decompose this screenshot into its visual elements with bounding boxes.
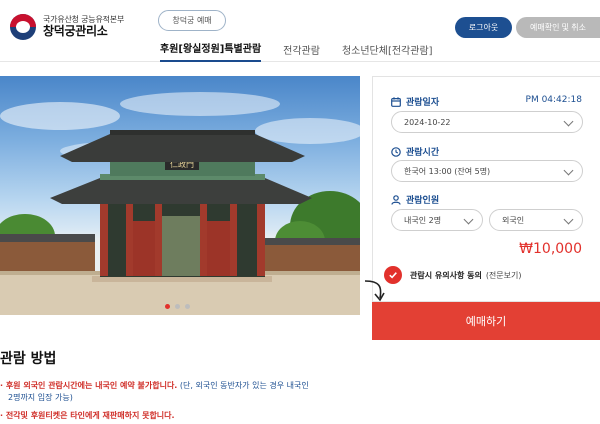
time-section-label: 관람시간 <box>391 145 439 158</box>
guide-title: 관람 방법 <box>0 351 57 367</box>
site-header: 국가유산청 궁능유적본부 창덕궁관리소 창덕궁 예매 후원[왕실정원]특별관람 … <box>0 0 600 62</box>
date-label-text: 관람일자 <box>406 98 440 108</box>
tab-youth-group[interactable]: 청소년단체[전각관람] <box>342 42 433 62</box>
guide-note-1: · 후원 외국인 관람시간에는 내국인 예약 불가합니다. (단, 외국인 동반… <box>0 380 309 392</box>
current-time: PM 04:42:18 <box>525 95 582 105</box>
total-price: ₩10,000 <box>519 241 582 257</box>
carousel-dots <box>165 304 190 309</box>
date-select[interactable]: 2024-10-22 <box>391 111 583 133</box>
agree-detail-link[interactable]: (전문보기) <box>486 270 522 281</box>
carousel-dot-2[interactable] <box>175 304 180 309</box>
domestic-value: 내국인 2명 <box>404 215 442 225</box>
foreign-count-select[interactable]: 외국인 <box>489 209 583 231</box>
time-value: 한국어 13:00 (잔여 5명) <box>404 166 491 176</box>
chevron-down-icon <box>463 214 474 225</box>
check-icon <box>389 272 397 279</box>
guide-note-1-cont: 2명까지 입장 가능) <box>8 393 73 402</box>
hero-image: 仁政門 <box>0 76 360 315</box>
person-icon <box>391 194 401 205</box>
carousel-dot-1[interactable] <box>165 304 170 309</box>
clock-icon <box>391 146 401 157</box>
palace-select-pill[interactable]: 창덕궁 예매 <box>158 10 226 31</box>
logo[interactable]: 국가유산청 궁능유적본부 창덕궁관리소 <box>10 14 124 40</box>
logo-title: 창덕궁관리소 <box>43 23 108 38</box>
foreign-value: 외국인 <box>502 215 525 225</box>
palace-gate-illustration: 仁政門 <box>0 92 360 315</box>
logout-button[interactable]: 로그아웃 <box>455 17 512 38</box>
people-label-text: 관람인원 <box>406 196 440 206</box>
agree-text: 관람시 유의사항 동의 <box>410 270 482 280</box>
guide-note-1-blue: (단, 외국인 동반자가 있는 경우 내국인 <box>179 381 309 390</box>
time-select[interactable]: 한국어 13:00 (잔여 5명) <box>391 160 583 182</box>
reserve-button[interactable]: 예매하기 <box>372 302 600 340</box>
hint-arrow-icon <box>364 280 385 302</box>
chevron-down-icon <box>563 214 574 225</box>
calendar-icon <box>391 96 401 107</box>
guide-note-1-red: · 후원 외국인 관람시간에는 내국인 예약 불가합니다. <box>0 381 178 390</box>
chevron-down-icon <box>563 165 574 176</box>
chevron-down-icon <box>563 116 574 127</box>
heritage-emblem-icon <box>10 14 36 40</box>
date-value: 2024-10-22 <box>404 117 451 127</box>
domestic-count-select[interactable]: 내국인 2명 <box>391 209 483 231</box>
main-nav: 후원[왕실정원]특별관람 전각관람 청소년단체[전각관람] <box>160 40 433 62</box>
guide-note-2: · 전각및 후원티켓은 타인에게 재판매하지 못합니다. <box>0 411 175 420</box>
date-section-label: 관람일자 <box>391 95 439 108</box>
agree-row[interactable]: 관람시 유의사항 동의 (전문보기) <box>384 266 522 284</box>
reservation-check-button[interactable]: 예매확인 및 취소 <box>516 17 600 38</box>
tab-hall-tour[interactable]: 전각관람 <box>283 42 320 62</box>
tab-secret-garden[interactable]: 후원[왕실정원]특별관람 <box>160 40 262 62</box>
people-section-label: 관람인원 <box>391 193 439 206</box>
time-label-text: 관람시간 <box>406 148 440 158</box>
carousel-dot-3[interactable] <box>185 304 190 309</box>
